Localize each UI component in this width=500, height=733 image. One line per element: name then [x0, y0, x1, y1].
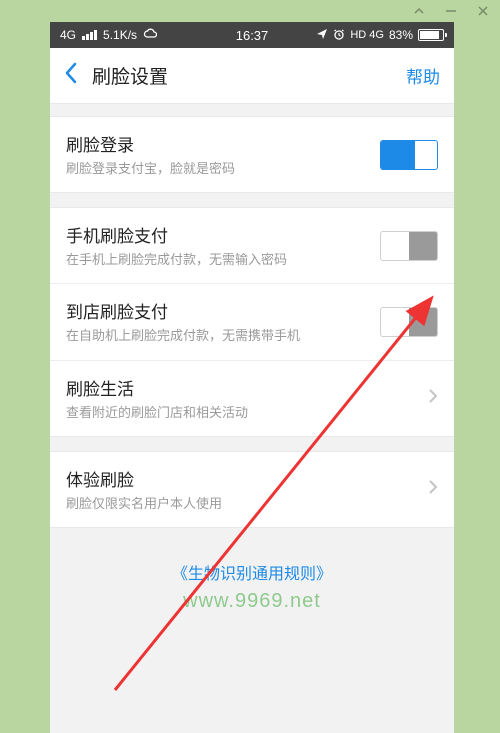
status-time: 16:37 [236, 28, 269, 43]
battery-pct: 83% [389, 28, 413, 42]
row-title: 体验刷脸 [66, 466, 420, 491]
row-subtitle: 刷脸仅限实名用户本人使用 [66, 495, 420, 513]
status-bar: 4G 5.1K/s 16:37 HD 4G 83% [50, 22, 454, 48]
row-face-life[interactable]: 刷脸生活 查看附近的刷脸门店和相关活动 [50, 360, 454, 436]
toggle-face-store-pay[interactable] [380, 307, 438, 337]
phone-frame: 4G 5.1K/s 16:37 HD 4G 83% 刷脸设置 帮助 [50, 22, 454, 733]
cloud-icon [143, 28, 157, 43]
row-subtitle: 在手机上刷脸完成付款，无需输入密码 [66, 251, 380, 269]
network-label: 4G [60, 28, 76, 42]
row-subtitle: 在自助机上刷脸完成付款，无需携带手机 [66, 327, 380, 345]
group-pay: 手机刷脸支付 在手机上刷脸完成付款，无需输入密码 到店刷脸支付 在自助机上刷脸完… [50, 207, 454, 437]
biometric-rules-link[interactable]: 《生物识别通用规则》 [50, 542, 454, 590]
battery-icon [418, 29, 444, 41]
settings-list: 刷脸登录 刷脸登录支付宝，脸就是密码 手机刷脸支付 在手机上刷脸完成付款，无需输… [50, 116, 454, 613]
row-title: 手机刷脸支付 [66, 222, 380, 247]
group-login: 刷脸登录 刷脸登录支付宝，脸就是密码 [50, 116, 454, 193]
help-button[interactable]: 帮助 [406, 63, 440, 88]
alarm-icon [333, 28, 345, 43]
window-expand-icon[interactable] [412, 4, 426, 18]
chevron-right-icon [428, 479, 438, 500]
row-face-login: 刷脸登录 刷脸登录支付宝，脸就是密码 [50, 117, 454, 192]
window-titlebar [0, 0, 500, 22]
window-close-icon[interactable] [476, 4, 490, 18]
send-icon [316, 28, 328, 43]
window-minimize-icon[interactable] [444, 4, 458, 18]
row-face-store-pay: 到店刷脸支付 在自助机上刷脸完成付款，无需携带手机 [50, 283, 454, 359]
signal-icon [82, 30, 97, 40]
row-subtitle: 刷脸登录支付宝，脸就是密码 [66, 160, 380, 178]
network-speed: 5.1K/s [103, 28, 137, 42]
row-title: 刷脸登录 [66, 131, 380, 156]
watermark-text: www.9969.net [50, 590, 454, 613]
row-title: 到店刷脸支付 [66, 298, 380, 323]
row-face-experience[interactable]: 体验刷脸 刷脸仅限实名用户本人使用 [50, 452, 454, 527]
nav-bar: 刷脸设置 帮助 [50, 48, 454, 104]
toggle-face-login[interactable] [380, 140, 438, 170]
back-button[interactable] [64, 62, 78, 89]
group-experience: 体验刷脸 刷脸仅限实名用户本人使用 [50, 451, 454, 528]
row-title: 刷脸生活 [66, 375, 420, 400]
toggle-face-phone-pay[interactable] [380, 231, 438, 261]
page-title: 刷脸设置 [92, 62, 406, 89]
row-subtitle: 查看附近的刷脸门店和相关活动 [66, 404, 420, 422]
chevron-right-icon [428, 388, 438, 409]
row-face-phone-pay: 手机刷脸支付 在手机上刷脸完成付款，无需输入密码 [50, 208, 454, 283]
hd4g-label: HD 4G [350, 29, 384, 41]
